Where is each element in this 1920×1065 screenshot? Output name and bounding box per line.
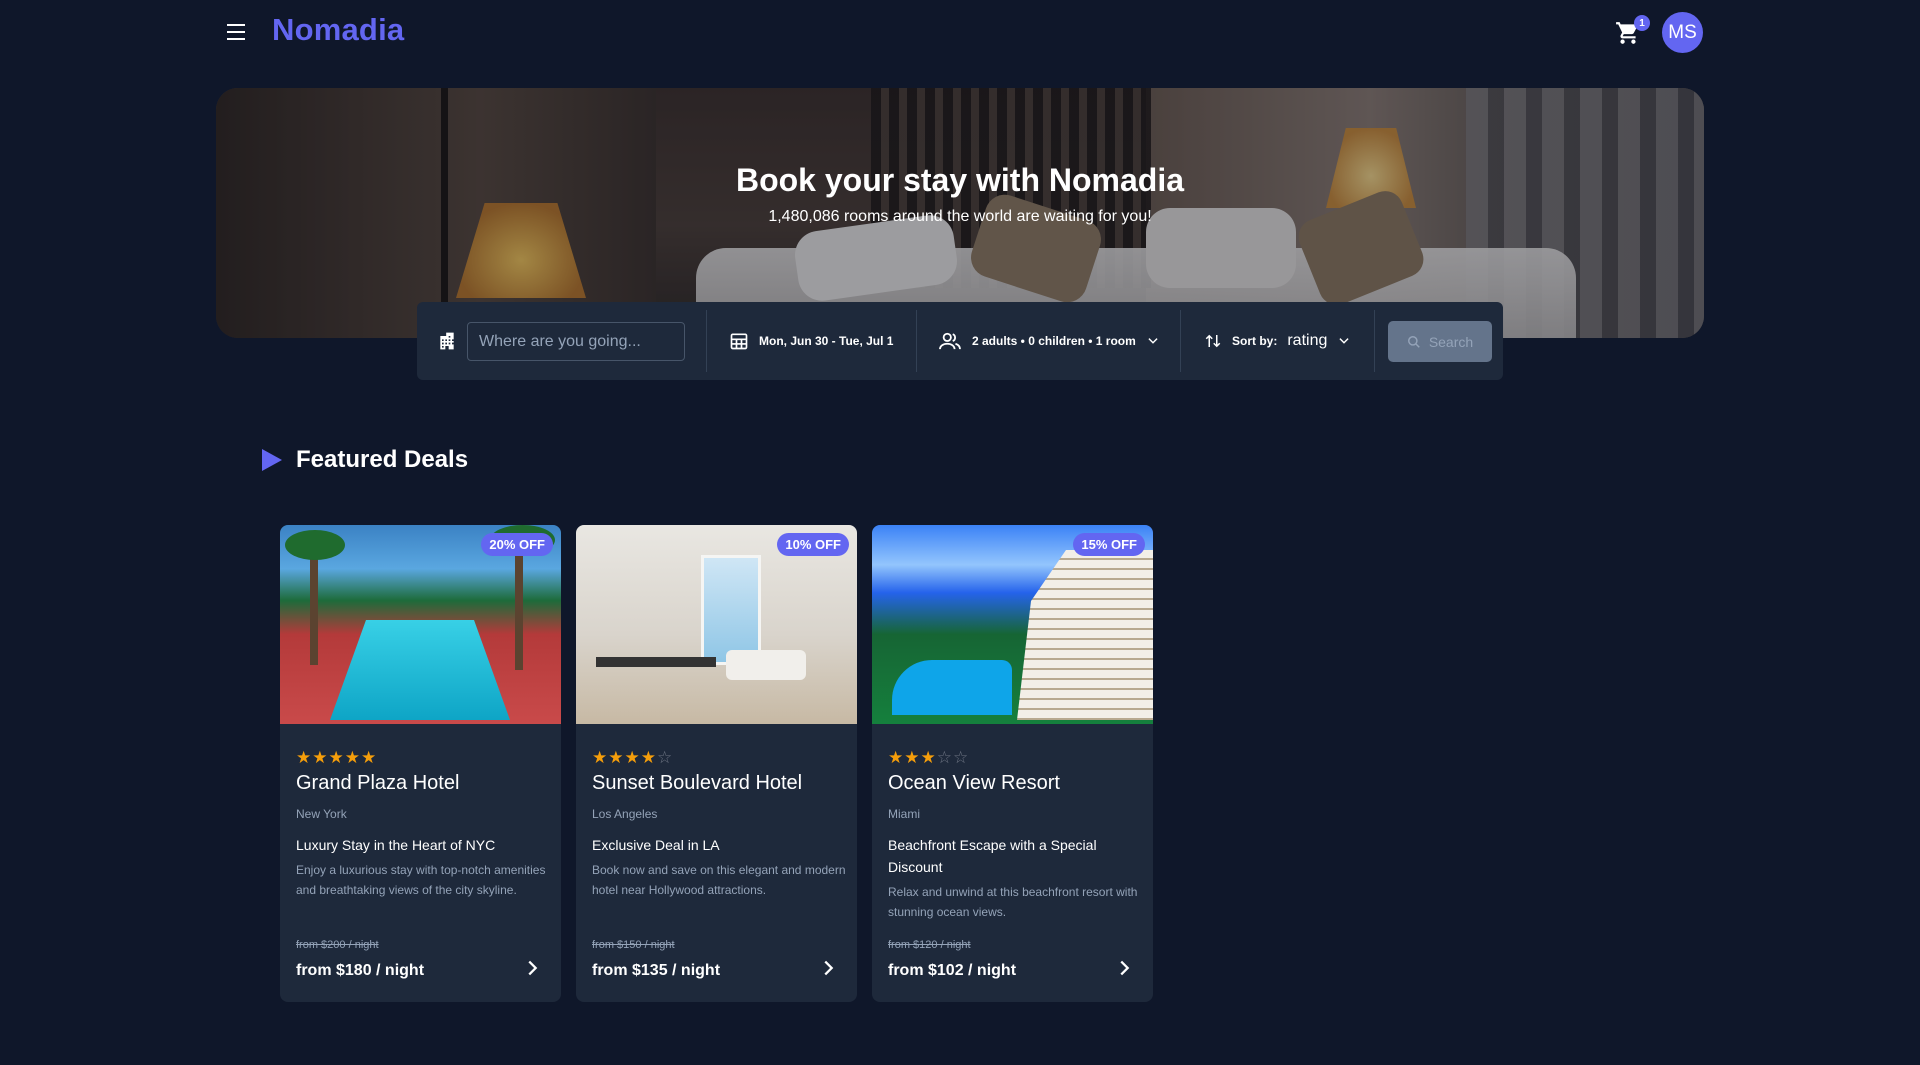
- deal-title: Beachfront Escape with a Special Discoun…: [888, 837, 1097, 875]
- search-button-label: Search: [1428, 333, 1474, 350]
- star-rating: ★★★☆☆: [888, 748, 970, 767]
- discount-badge: 10% OFF: [777, 533, 849, 556]
- featured-heading: Featured Deals: [262, 446, 468, 474]
- guests-text: 2 adults • 0 children • 1 room: [972, 334, 1136, 348]
- hotel-city: Miami: [888, 807, 920, 821]
- divider: [916, 310, 917, 372]
- guests-icon: [939, 332, 961, 350]
- hotel-name: Grand Plaza Hotel: [296, 772, 460, 794]
- play-triangle-icon: [262, 449, 282, 471]
- deal-title: Exclusive Deal in LA: [592, 837, 720, 853]
- brand-logo[interactable]: Nomadia: [272, 12, 404, 48]
- deal-title: Luxury Stay in the Heart of NYC: [296, 837, 496, 853]
- hotel-name: Sunset Boulevard Hotel: [592, 772, 803, 794]
- section-title: Featured Deals: [296, 446, 469, 473]
- divider: [706, 310, 707, 372]
- deal-card[interactable]: 15% OFF ★★★☆☆ Ocean View Resort Miami Be…: [872, 525, 1153, 1002]
- divider: [1180, 310, 1181, 372]
- sort-value: rating: [1287, 332, 1328, 349]
- cart-count-badge: 1: [1634, 15, 1650, 31]
- discounted-price: from $180 / night: [296, 962, 425, 979]
- date-range-text: Mon, Jun 30 - Tue, Jul 1: [759, 334, 894, 348]
- deal-description: Enjoy a luxurious stay with top-notch am…: [296, 863, 546, 897]
- top-bar: Nomadia 1 MS: [0, 0, 1920, 64]
- deal-description: Relax and unwind at this beachfront reso…: [888, 885, 1138, 919]
- chevron-down-icon: [1339, 338, 1349, 344]
- hotel-name: Ocean View Resort: [888, 772, 1060, 794]
- discounted-price: from $102 / night: [888, 962, 1017, 979]
- divider: [1374, 310, 1375, 372]
- avatar[interactable]: MS: [1662, 12, 1703, 53]
- deal-card[interactable]: 10% OFF ★★★★☆ Sunset Boulevard Hotel Los…: [576, 525, 857, 1002]
- chevron-right-icon[interactable]: [521, 957, 543, 979]
- date-range-picker[interactable]: Mon, Jun 30 - Tue, Jul 1: [729, 302, 893, 380]
- menu-icon[interactable]: [222, 20, 250, 44]
- chevron-right-icon[interactable]: [817, 957, 839, 979]
- search-bar: Mon, Jun 30 - Tue, Jul 1 2 adults • 0 ch…: [417, 302, 1503, 380]
- star-rating: ★★★★★: [296, 748, 378, 767]
- deal-card[interactable]: 20% OFF ★★★★★ Grand Plaza Hotel New York…: [280, 525, 561, 1002]
- discount-badge: 20% OFF: [481, 533, 553, 556]
- deal-description: Book now and save on this elegant and mo…: [592, 863, 846, 897]
- sort-label: Sort by:: [1232, 334, 1278, 348]
- destination-input[interactable]: [467, 322, 685, 361]
- discount-badge: 15% OFF: [1073, 533, 1145, 556]
- original-price: from $120 / night: [888, 939, 971, 951]
- search-button[interactable]: Search: [1388, 321, 1492, 362]
- hero-subtitle: 1,480,086 rooms around the world are wai…: [768, 208, 1152, 225]
- sort-icon: [1205, 334, 1221, 348]
- sort-selector[interactable]: Sort by: rating: [1204, 302, 1351, 380]
- hotel-city: Los Angeles: [592, 807, 658, 821]
- hotel-city: New York: [296, 807, 347, 821]
- original-price: from $150 / night: [592, 939, 675, 951]
- chevron-right-icon[interactable]: [1113, 957, 1135, 979]
- star-rating: ★★★★☆: [592, 748, 674, 767]
- discounted-price: from $135 / night: [592, 962, 721, 979]
- chevron-down-icon: [1148, 338, 1158, 344]
- original-price: from $200 / night: [296, 939, 379, 951]
- calendar-icon: [730, 333, 748, 350]
- search-icon: [1407, 335, 1420, 348]
- hero-title: Book your stay with Nomadia: [735, 162, 1185, 198]
- hotel-icon: [440, 332, 454, 350]
- guests-selector[interactable]: 2 adults • 0 children • 1 room: [938, 302, 1160, 380]
